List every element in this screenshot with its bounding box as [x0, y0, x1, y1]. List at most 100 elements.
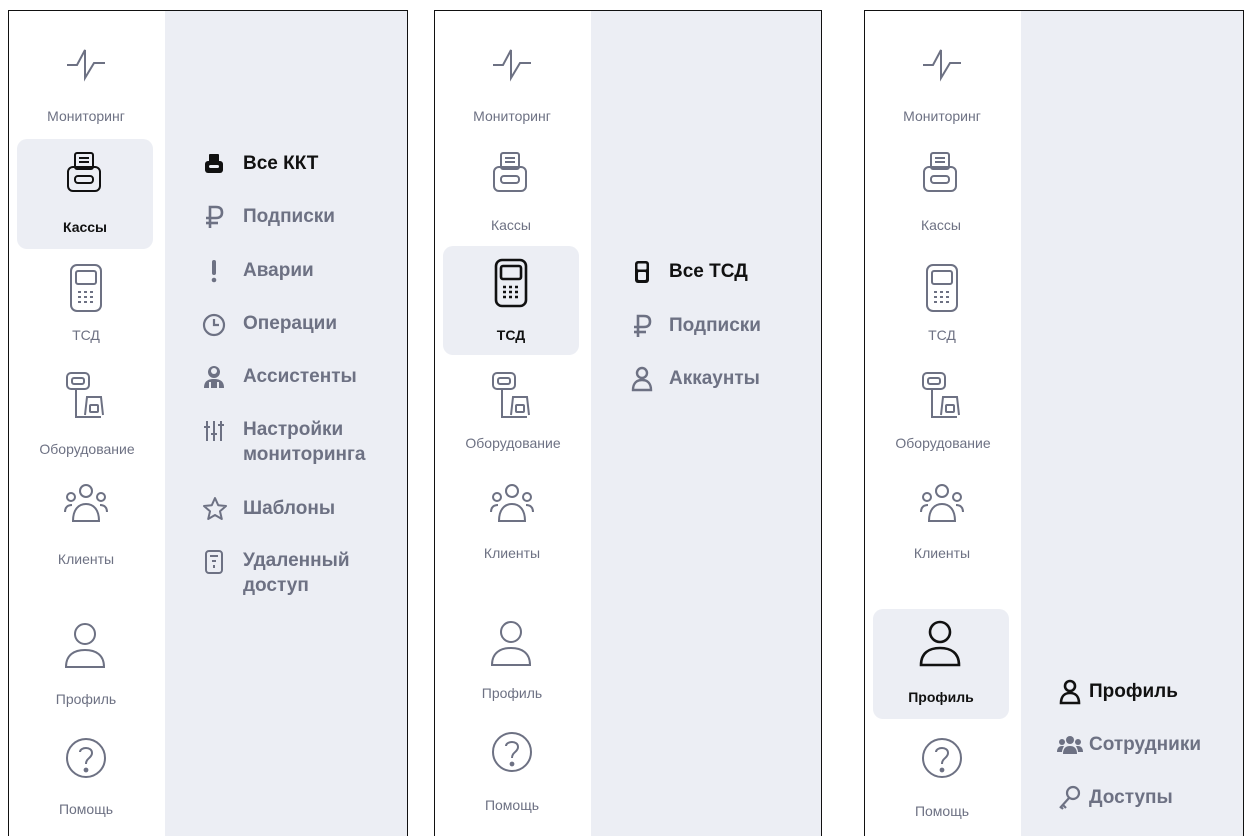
nav-rail: Мониторинг Кассы ТСД Оборудование Клиент… [865, 11, 1021, 836]
nav-label-monitoring: Мониторинг [47, 108, 125, 124]
panel-tsd: Мониторинг Кассы ТСД Оборудование Клиент… [434, 10, 822, 836]
nav-label-profile: Профиль [55, 691, 117, 707]
menu-label: Аккаунты [669, 368, 760, 389]
nav-item-registers[interactable]: Кассы [873, 139, 1009, 244]
nav-item-clients[interactable]: Клиенты [873, 473, 1011, 573]
submenu: Все ККТ Подписки Аварии Операции Ассисте… [165, 11, 407, 836]
menu-item-operations[interactable]: Операции [165, 308, 407, 340]
scanner-icon [635, 261, 649, 283]
nav-label-tsd: ТСД [72, 327, 100, 343]
menu-item-profile[interactable]: Профиль [1021, 676, 1243, 708]
menu-label: Сотрудники [1089, 734, 1202, 755]
nav-item-equipment[interactable]: Оборудование [17, 363, 157, 463]
pulse-icon [919, 41, 965, 87]
menu-item-all-tsd[interactable]: Все ТСД [591, 256, 821, 288]
nav-item-clients[interactable]: Клиенты [443, 473, 581, 573]
clients-icon [61, 479, 111, 525]
menu-item-accounts[interactable]: Аккаунты [591, 363, 821, 395]
nav-item-profile[interactable]: Профиль [17, 611, 155, 721]
menu-label: Подписки [669, 315, 761, 336]
assistant-icon [204, 366, 224, 388]
menu-item-alarms[interactable]: Аварии [165, 255, 407, 287]
menu-label: Операции [243, 313, 338, 334]
nav-rail: Мониторинг Кассы ТСД Оборудование Клиент… [9, 11, 165, 836]
nav-item-tsd[interactable]: ТСД [17, 255, 155, 350]
cash-register-icon [917, 149, 963, 195]
nav-label-registers: Кассы [490, 217, 531, 233]
scanner-icon [63, 261, 109, 315]
menu-label: Ассистенты [243, 366, 357, 387]
menu-label: Все ТСД [669, 261, 748, 282]
menu-label: Настройки мониторинга [243, 419, 366, 465]
nav-item-tsd[interactable]: ТСД [443, 246, 579, 355]
menu-item-remote-access[interactable]: Удаленный доступ [165, 546, 407, 604]
nav-item-monitoring[interactable]: Мониторинг [17, 33, 155, 133]
nav-rail: Мониторинг Кассы ТСД Оборудование Клиент… [435, 11, 591, 836]
menu-item-subscriptions[interactable]: Подписки [165, 201, 407, 233]
menu-label: Подписки [243, 206, 335, 227]
clients-icon [917, 479, 967, 525]
nav-item-help[interactable]: Помощь [873, 725, 1011, 827]
nav-label-profile: Профиль [908, 689, 974, 705]
cash-register-icon [487, 149, 533, 195]
menu-item-staff[interactable]: Сотрудники [1021, 729, 1243, 761]
menu-item-all-kkt[interactable]: Все ККТ [165, 148, 407, 180]
staff-icon [1057, 736, 1083, 754]
menu-item-access[interactable]: Доступы [1021, 782, 1243, 814]
nav-item-profile[interactable]: Профиль [873, 609, 1009, 719]
nav-item-tsd[interactable]: ТСД [873, 255, 1011, 350]
menu-label: Все ККТ [243, 153, 319, 174]
scale-icon [487, 369, 537, 423]
user-icon [631, 366, 653, 392]
panel-profile: Мониторинг Кассы ТСД Оборудование Клиент… [864, 10, 1244, 836]
nav-item-help[interactable]: Помощь [443, 719, 581, 827]
menu-item-templates[interactable]: Шаблоны [165, 493, 407, 525]
nav-label-help: Помощь [914, 803, 970, 819]
nav-label-registers: Кассы [920, 217, 961, 233]
panel-registers: Мониторинг Кассы ТСД Оборудование Клиент… [8, 10, 408, 836]
nav-item-clients[interactable]: Клиенты [17, 473, 155, 573]
sliders-icon [203, 419, 225, 443]
nav-item-equipment[interactable]: Оборудование [873, 363, 1013, 463]
key-icon [1058, 785, 1082, 811]
scale-icon [917, 369, 967, 423]
ruble-icon [631, 314, 653, 338]
nav-item-help[interactable]: Помощь [17, 729, 155, 827]
pulse-icon [489, 41, 535, 87]
exclamation-icon [211, 260, 217, 283]
nav-label-equipment: Оборудование [895, 435, 991, 451]
menu-item-monitoring-settings[interactable]: Настройки мониторинга [165, 415, 407, 473]
nav-item-monitoring[interactable]: Мониторинг [443, 33, 581, 133]
nav-label-clients: Клиенты [57, 551, 115, 567]
nav-label-equipment: Оборудование [39, 441, 135, 457]
help-icon [489, 729, 535, 775]
ruble-icon [203, 205, 225, 229]
menu-label: Профиль [1089, 681, 1178, 702]
nav-item-equipment[interactable]: Оборудование [443, 363, 583, 463]
menu-label: Шаблоны [243, 498, 336, 519]
help-icon [63, 735, 109, 781]
profile-icon [62, 619, 108, 671]
menu-item-assistants[interactable]: Ассистенты [165, 361, 407, 393]
user-icon [1059, 679, 1081, 705]
remote-icon [204, 550, 224, 574]
nav-item-monitoring[interactable]: Мониторинг [873, 33, 1011, 133]
nav-item-registers[interactable]: Кассы [17, 139, 153, 249]
star-icon [202, 496, 228, 522]
menu-item-subscriptions[interactable]: Подписки [591, 310, 821, 342]
nav-item-profile[interactable]: Профиль [443, 611, 581, 711]
nav-label-help: Помощь [58, 801, 114, 817]
nav-label-profile: Профиль [481, 685, 543, 701]
submenu: Все ТСД Подписки Аккаунты [591, 11, 821, 836]
nav-label-clients: Клиенты [483, 545, 541, 561]
nav-label-equipment: Оборудование [465, 435, 561, 451]
nav-label-clients: Клиенты [913, 545, 971, 561]
submenu: Профиль Сотрудники Доступы [1021, 11, 1243, 836]
nav-item-registers[interactable]: Кассы [443, 139, 579, 244]
pulse-icon [63, 41, 109, 87]
scale-icon [61, 369, 111, 423]
menu-label: Удаленный доступ [243, 550, 350, 596]
profile-icon [488, 617, 534, 669]
menu-label: Аварии [243, 260, 314, 281]
clock-icon [202, 313, 226, 337]
